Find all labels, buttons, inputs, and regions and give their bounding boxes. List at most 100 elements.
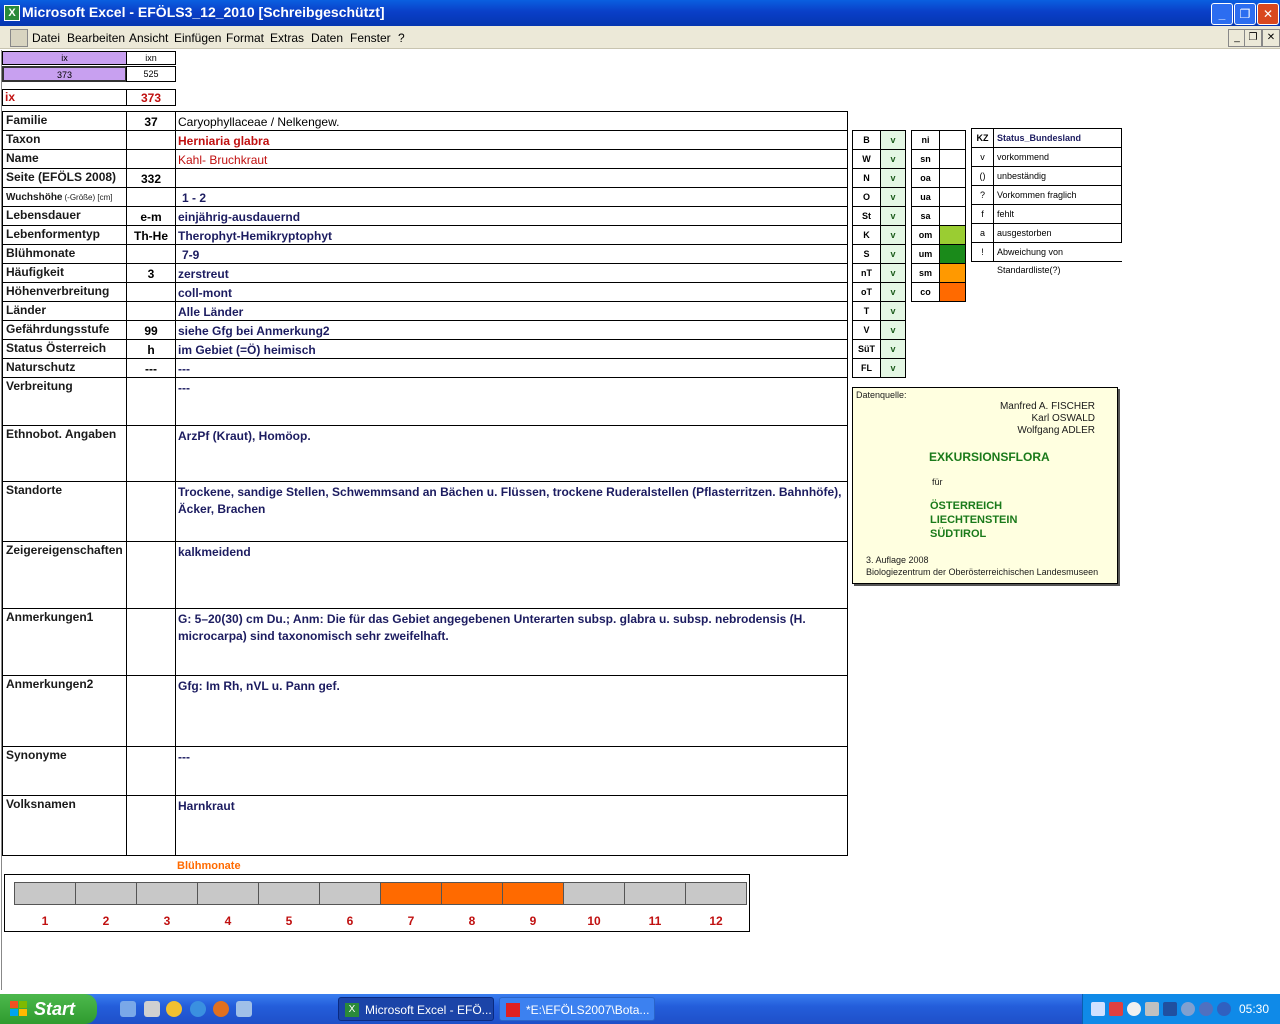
bundesland-status[interactable]: v	[880, 168, 906, 188]
row-value-cell[interactable]: im Gebiet (=Ö) heimisch	[175, 339, 848, 359]
restore-button[interactable]: ❐	[1234, 3, 1256, 25]
row-code-cell[interactable]: 332	[126, 168, 176, 188]
legend-text[interactable]: Vorkommen fraglich	[993, 185, 1122, 205]
bundesland-code[interactable]: FL	[852, 358, 881, 378]
row-label[interactable]: Ethnobot. Angaben	[2, 425, 127, 482]
row-label[interactable]: Name	[2, 149, 127, 169]
row-code-cell[interactable]	[126, 149, 176, 169]
row-code-cell[interactable]	[126, 187, 176, 207]
row-value-cell[interactable]	[175, 168, 848, 188]
bundesland-code[interactable]: nT	[852, 263, 881, 283]
bundesland-code[interactable]: W	[852, 149, 881, 169]
row-code-cell[interactable]	[126, 377, 176, 426]
row-value-cell[interactable]: coll-mont	[175, 282, 848, 302]
doc-close-button[interactable]: ✕	[1262, 29, 1280, 47]
row-value-cell[interactable]: Gfg: Im Rh, nVL u. Pann gef.	[175, 675, 848, 747]
row-value-cell[interactable]: Alle Länder	[175, 301, 848, 321]
row-label[interactable]: Volksnamen	[2, 795, 127, 856]
menu-fenster[interactable]: Fenster	[350, 31, 391, 45]
row-code-cell[interactable]: 99	[126, 320, 176, 340]
menu-bearbeiten[interactable]: Bearbeiten	[67, 31, 125, 45]
bundesland-status[interactable]: v	[880, 301, 906, 321]
row-value-cell[interactable]: ---	[175, 358, 848, 378]
row-code-cell[interactable]	[126, 541, 176, 609]
hoehenstufe-code[interactable]: om	[911, 225, 940, 245]
row-code-cell[interactable]	[126, 481, 176, 542]
row-code-cell[interactable]	[126, 301, 176, 321]
row-value-cell[interactable]: ---	[175, 746, 848, 796]
row-code-cell[interactable]: Th-He	[126, 225, 176, 245]
ix-head-cell[interactable]: ix	[2, 51, 127, 65]
row-label[interactable]: Häufigkeit	[2, 263, 127, 283]
bundesland-status[interactable]: v	[880, 130, 906, 150]
row-label[interactable]: Anmerkungen2	[2, 675, 127, 747]
bundesland-code[interactable]: V	[852, 320, 881, 340]
row-code-cell[interactable]: 37	[126, 111, 176, 131]
row-value-cell[interactable]: Therophyt-Hemikryptophyt	[175, 225, 848, 245]
hoehenstufe-swatch[interactable]	[939, 130, 966, 150]
hoehenstufe-swatch[interactable]	[939, 282, 966, 302]
row-code-cell[interactable]	[126, 282, 176, 302]
bundesland-status[interactable]: v	[880, 206, 906, 226]
bundesland-code[interactable]: B	[852, 130, 881, 150]
row-value-cell[interactable]: ---	[175, 377, 848, 426]
bundesland-code[interactable]: O	[852, 187, 881, 207]
ix-label-cell[interactable]: ix	[2, 89, 127, 106]
row-value-cell[interactable]: zerstreut	[175, 263, 848, 283]
row-value-cell[interactable]: Kahl- Bruchkraut	[175, 149, 848, 169]
legend-kz[interactable]: ?	[971, 185, 994, 205]
legend-text[interactable]: Abweichung von Standardliste(?)	[993, 242, 1122, 275]
legend-text[interactable]: unbeständig	[993, 166, 1122, 186]
bundesland-status[interactable]: v	[880, 358, 906, 378]
legend-kz-head[interactable]: KZ	[971, 128, 994, 148]
hoehenstufe-swatch[interactable]	[939, 149, 966, 169]
quicklaunch-firefox-icon[interactable]	[213, 1001, 229, 1017]
row-value-cell[interactable]: Trockene, sandige Stellen, Schwemmsand a…	[175, 481, 848, 542]
row-value-cell[interactable]: ArzPf (Kraut), Homöop.	[175, 425, 848, 482]
row-code-cell[interactable]: 3	[126, 263, 176, 283]
row-value-cell[interactable]: einjährig-ausdauernd	[175, 206, 848, 226]
hoehenstufe-swatch[interactable]	[939, 206, 966, 226]
row-label[interactable]: Verbreitung	[2, 377, 127, 426]
hoehenstufe-code[interactable]: um	[911, 244, 940, 264]
hoehenstufe-code[interactable]: sa	[911, 206, 940, 226]
row-code-cell[interactable]	[126, 746, 176, 796]
menu-extras[interactable]: Extras	[270, 31, 304, 45]
hoehenstufe-swatch[interactable]	[939, 263, 966, 283]
row-value-cell[interactable]: Harnkraut	[175, 795, 848, 856]
update-icon[interactable]	[1181, 1002, 1195, 1016]
row-label[interactable]: Gefährdungsstufe	[2, 320, 127, 340]
menu-daten[interactable]: Daten	[311, 31, 343, 45]
row-code-cell[interactable]	[126, 795, 176, 856]
quicklaunch-mail-icon[interactable]	[236, 1001, 252, 1017]
legend-kz[interactable]: a	[971, 223, 994, 243]
row-value-cell[interactable]: 1 - 2	[175, 187, 848, 207]
row-label[interactable]: Taxon	[2, 130, 127, 150]
row-code-cell[interactable]	[126, 244, 176, 264]
security-alert-icon[interactable]	[1109, 1002, 1123, 1016]
hoehenstufe-code[interactable]: ua	[911, 187, 940, 207]
bundesland-code[interactable]: SüT	[852, 339, 881, 359]
legend-kz[interactable]: !	[971, 242, 994, 262]
bundesland-status[interactable]: v	[880, 282, 906, 302]
row-code-cell[interactable]	[126, 130, 176, 150]
row-value-cell[interactable]: Herniaria glabra	[175, 130, 848, 150]
row-label[interactable]: Status Österreich	[2, 339, 127, 359]
bundesland-status[interactable]: v	[880, 263, 906, 283]
row-value-cell[interactable]: kalkmeidend	[175, 541, 848, 609]
bundesland-code[interactable]: S	[852, 244, 881, 264]
legend-kz[interactable]: ()	[971, 166, 994, 186]
bundesland-status[interactable]: v	[880, 244, 906, 264]
row-label[interactable]: Standorte	[2, 481, 127, 542]
bundesland-status[interactable]: v	[880, 149, 906, 169]
task-excel[interactable]: X Microsoft Excel - EFÖ...	[338, 997, 494, 1021]
quicklaunch-desktop-icon[interactable]	[120, 1001, 136, 1017]
row-label[interactable]: Zeigereigenschaften	[2, 541, 127, 609]
bundesland-code[interactable]: oT	[852, 282, 881, 302]
hoehenstufe-code[interactable]: ni	[911, 130, 940, 150]
hoehenstufe-swatch[interactable]	[939, 187, 966, 207]
bundesland-code[interactable]: St	[852, 206, 881, 226]
legend-kz[interactable]: v	[971, 147, 994, 167]
legend-text[interactable]: ausgestorben	[993, 223, 1122, 243]
minimize-button[interactable]: _	[1211, 3, 1233, 25]
